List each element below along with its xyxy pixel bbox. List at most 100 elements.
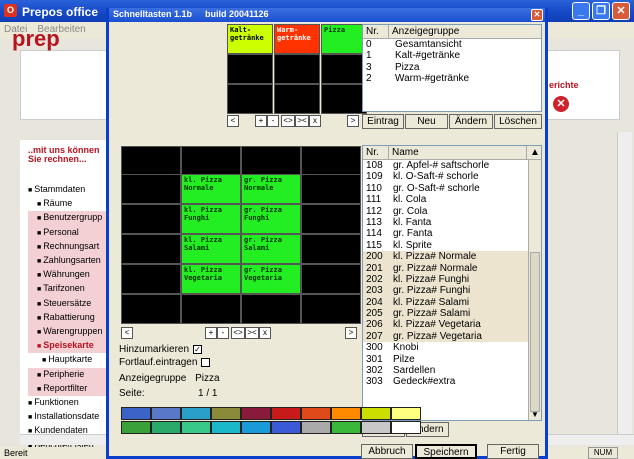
- group-key[interactable]: [321, 54, 367, 84]
- item-row[interactable]: 114 gr. Fanta: [363, 228, 529, 239]
- top-nav-button[interactable]: <: [227, 115, 239, 127]
- item-row[interactable]: 203 gr. Pizza# Funghi: [363, 285, 529, 297]
- color-swatch[interactable]: [151, 421, 181, 434]
- sidebar-item[interactable]: Funktionen: [28, 396, 118, 410]
- footer-button[interactable]: Fertig: [487, 444, 539, 459]
- group-action-button[interactable]: Eintrag: [362, 114, 404, 129]
- items-scrollbar[interactable]: ▼: [528, 160, 541, 420]
- footer-button[interactable]: Abbruch: [361, 444, 413, 459]
- sidebar-item[interactable]: Installationsdate: [28, 410, 118, 424]
- article-key[interactable]: [181, 146, 241, 176]
- article-key[interactable]: [301, 146, 361, 176]
- color-swatch[interactable]: [391, 407, 421, 420]
- group-key[interactable]: [227, 84, 273, 114]
- article-key[interactable]: [301, 234, 361, 264]
- color-swatch[interactable]: [301, 407, 331, 420]
- group-row[interactable]: 3 Pizza: [363, 62, 541, 73]
- article-key[interactable]: [121, 146, 181, 176]
- scroll-up-icon[interactable]: ▲: [527, 146, 541, 159]
- grid-nav-button[interactable]: <>: [231, 327, 245, 339]
- item-row[interactable]: 109 kl. O-Saft-# schorle: [363, 171, 529, 182]
- item-row[interactable]: 108 gr. Apfel-# saftschorle: [363, 160, 529, 171]
- color-swatch[interactable]: [361, 421, 391, 434]
- group-key[interactable]: [321, 84, 367, 114]
- items-col-nr[interactable]: Nr.: [363, 146, 389, 159]
- color-swatch[interactable]: [331, 421, 361, 434]
- article-key[interactable]: gr. Pizza Funghi: [241, 204, 301, 234]
- article-key[interactable]: [121, 234, 181, 264]
- color-swatch[interactable]: [211, 407, 241, 420]
- sidebar-item[interactable]: Tarifzonen: [28, 282, 118, 297]
- article-key[interactable]: [301, 204, 361, 234]
- page-vertical-scrollbar[interactable]: [617, 132, 632, 434]
- item-row[interactable]: 201 gr. Pizza# Normale: [363, 262, 529, 274]
- grid-nav-button[interactable]: <: [121, 327, 133, 339]
- top-nav-button[interactable]: +: [255, 115, 267, 127]
- grid-nav-button[interactable]: ><: [245, 327, 259, 339]
- sidebar-item[interactable]: Peripherie: [28, 367, 118, 382]
- sidebar-item[interactable]: Zahlungsarten: [28, 254, 118, 269]
- item-row[interactable]: 115 kl. Sprite: [363, 240, 529, 251]
- article-key[interactable]: kl. Pizza Vegetaria: [181, 264, 241, 294]
- close-round-icon[interactable]: ✕: [553, 96, 569, 112]
- article-key[interactable]: [121, 204, 181, 234]
- sidebar-item[interactable]: Steuersätze: [28, 296, 118, 311]
- color-swatch[interactable]: [241, 407, 271, 420]
- group-key[interactable]: Warm- getränke: [274, 24, 320, 54]
- article-key[interactable]: gr. Pizza Normale: [241, 174, 301, 204]
- article-key[interactable]: [121, 264, 181, 294]
- grid-nav-button[interactable]: x: [259, 327, 271, 339]
- color-swatch[interactable]: [361, 407, 391, 420]
- top-nav-button[interactable]: -: [267, 115, 279, 127]
- sidebar-item[interactable]: Speisekarte: [28, 339, 118, 354]
- dialog-close-button[interactable]: ✕: [531, 9, 543, 21]
- color-swatch[interactable]: [151, 407, 181, 420]
- article-key[interactable]: [121, 294, 181, 324]
- item-row[interactable]: 110 gr. O-Saft-# schorle: [363, 183, 529, 194]
- maximize-button[interactable]: ❐: [592, 2, 610, 20]
- sidebar-item[interactable]: Stammdaten: [28, 183, 118, 197]
- color-swatch[interactable]: [331, 407, 361, 420]
- sidebar-item[interactable]: Warengruppen: [28, 325, 118, 340]
- article-key[interactable]: kl. Pizza Salami: [181, 234, 241, 264]
- group-action-button[interactable]: Löschen: [494, 114, 542, 129]
- sidebar-item[interactable]: Reportfilter: [28, 381, 118, 397]
- item-row[interactable]: 204 kl. Pizza# Salami: [363, 296, 529, 309]
- item-row[interactable]: 202 kl. Pizza# Funghi: [363, 273, 529, 286]
- item-row[interactable]: 302 Sardellen: [363, 365, 529, 376]
- sidebar-item[interactable]: Hauptkarte: [28, 353, 118, 367]
- groups-list[interactable]: Nr. Anzeigegruppe 0 Gesamtansicht 1 Kalt-#g…: [362, 24, 542, 112]
- group-row[interactable]: 1 Kalt-#getränke: [363, 50, 541, 61]
- article-key[interactable]: kl. Pizza Funghi: [181, 204, 241, 234]
- article-key[interactable]: kl. Pizza Normale: [181, 174, 241, 204]
- group-row[interactable]: 0 Gesamtansicht: [363, 39, 541, 50]
- color-swatch[interactable]: [181, 407, 211, 420]
- scroll-down-icon[interactable]: ▼: [529, 410, 541, 419]
- sidebar-item[interactable]: Benutzergrupp: [28, 211, 118, 226]
- items-col-name[interactable]: Name: [389, 146, 527, 159]
- sidebar-item[interactable]: Rabattierung: [28, 310, 118, 326]
- group-key[interactable]: Pizza: [321, 24, 367, 54]
- top-nav-button[interactable]: ><: [295, 115, 309, 127]
- top-nav-button[interactable]: x: [309, 115, 321, 127]
- groups-col-nr[interactable]: Nr.: [363, 25, 389, 38]
- color-swatch[interactable]: [121, 421, 151, 434]
- item-row[interactable]: 303 Gedeck#extra: [363, 376, 529, 387]
- items-list[interactable]: Nr. Name ▲ 108 gr. Apfel-# saftschorle 109…: [362, 145, 542, 421]
- hinzumarkieren-checkbox[interactable]: ✓: [193, 344, 203, 354]
- fortlauf-checkbox[interactable]: [201, 357, 211, 367]
- group-action-button[interactable]: Neu: [405, 114, 448, 129]
- item-row[interactable]: 113 kl. Fanta: [363, 217, 529, 228]
- sidebar-item[interactable]: Personal: [28, 225, 118, 240]
- item-row[interactable]: 112 gr. Cola: [363, 206, 529, 217]
- berichte-link[interactable]: erichte: [549, 80, 579, 90]
- color-swatch[interactable]: [271, 407, 301, 420]
- color-swatch[interactable]: [121, 407, 151, 420]
- group-key[interactable]: Kalt- getränke: [227, 24, 273, 54]
- item-row[interactable]: 200 kl. Pizza# Normale: [363, 251, 529, 263]
- sidebar-item[interactable]: Währungen: [28, 268, 118, 283]
- item-row[interactable]: 301 Pilze: [363, 354, 529, 365]
- group-key[interactable]: [274, 54, 320, 84]
- groups-col-name[interactable]: Anzeigegruppe: [389, 25, 541, 38]
- article-key[interactable]: [301, 294, 361, 324]
